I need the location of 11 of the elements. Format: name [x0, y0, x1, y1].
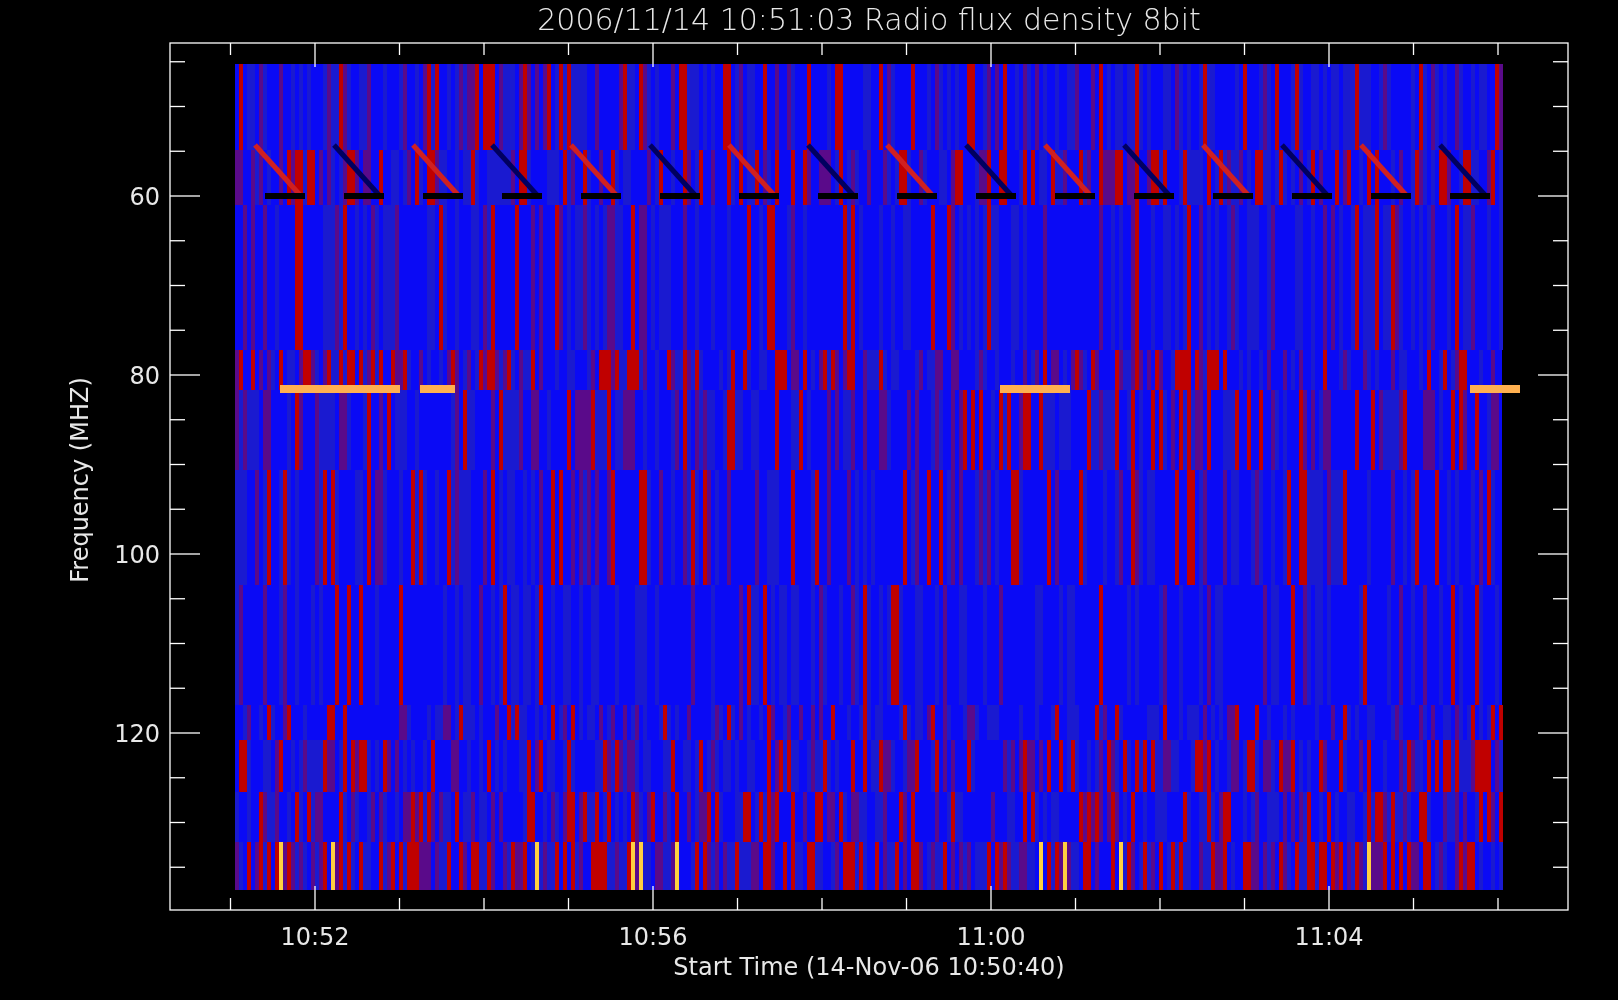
x-axis-label: Start Time (14-Nov-06 10:50:40) [673, 953, 1065, 981]
y-tick-label: 60 [129, 183, 160, 211]
y-tick-label: 80 [129, 362, 160, 390]
y-tick-label: 100 [114, 541, 160, 569]
x-tick-label: 11:04 [1294, 923, 1364, 951]
x-tick-label: 11:00 [956, 923, 1026, 951]
x-tick-label: 10:52 [280, 923, 350, 951]
chart-title: 2006/11/14 10:51:03 Radio flux density 8bit [537, 2, 1201, 37]
x-tick-label: 10:56 [618, 923, 688, 951]
y-tick-label: 120 [114, 720, 160, 748]
y-axis-label: Frequency (MHZ) [66, 377, 94, 583]
